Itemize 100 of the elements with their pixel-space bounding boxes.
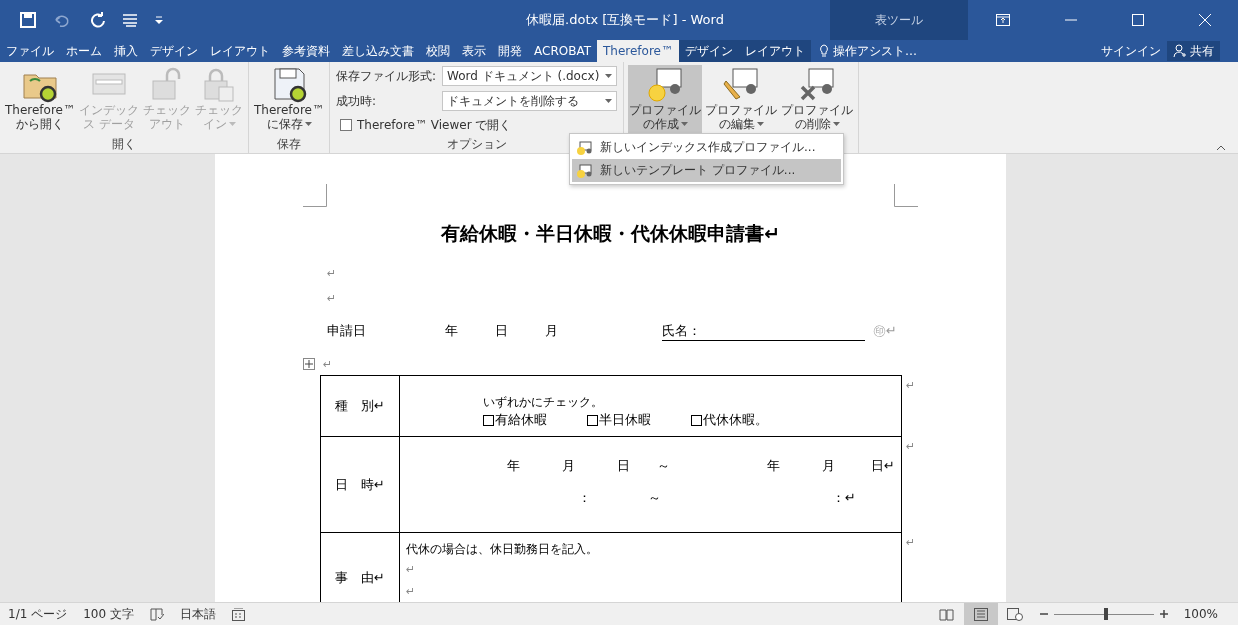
ribbon-tab[interactable]: 校閲	[420, 40, 456, 62]
caret-icon	[605, 73, 612, 79]
print-layout-icon[interactable]	[973, 607, 988, 621]
move-handle-icon[interactable]	[303, 358, 315, 370]
caret-icon	[228, 121, 236, 127]
tell-me-field[interactable]: 操作アシスト…	[811, 40, 923, 62]
table-header-cell: 種 別↵	[321, 376, 400, 436]
lock-icon	[201, 67, 237, 103]
close-icon[interactable]	[1198, 14, 1211, 26]
text: 申請日	[327, 322, 367, 340]
proofing-icon[interactable]	[149, 607, 164, 621]
context-tab-label: 表ツール	[830, 0, 968, 40]
note-text: いずれかにチェック。	[483, 394, 603, 411]
group-label: オプション	[446, 135, 507, 153]
maximize-icon[interactable]	[1131, 14, 1144, 26]
paragraph-mark: ↵	[406, 584, 416, 598]
list-icon[interactable]	[122, 13, 138, 27]
paragraph-mark: ↵	[406, 562, 416, 576]
name-field: 氏名：	[662, 321, 865, 341]
zoom-in-icon[interactable]	[1159, 610, 1168, 618]
field-label: 成功時:	[336, 93, 378, 110]
date-text: 日	[616, 457, 630, 475]
date-text: 月	[821, 457, 835, 475]
ribbon-tab[interactable]: デザイン	[679, 40, 739, 62]
time-text: ：↵	[831, 489, 856, 507]
row-end-mark: ↵	[906, 440, 916, 453]
caret-icon	[605, 99, 612, 104]
ribbon-button[interactable]: プロファイル の削除	[780, 65, 854, 135]
ribbon-tab[interactable]: デザイン	[144, 40, 204, 62]
caret-icon	[756, 121, 764, 127]
option-label: 代休休暇。	[703, 411, 768, 429]
macro-icon[interactable]	[231, 607, 245, 621]
group-label: 開く	[112, 135, 136, 153]
row-end-mark: ↵	[906, 379, 916, 392]
zoom-thumb[interactable]	[1103, 608, 1108, 620]
option-label: 有給休暇	[495, 411, 547, 429]
ribbon-button[interactable]: プロファイル の作成	[628, 65, 702, 135]
zoom-level[interactable]: 100%	[1175, 607, 1238, 621]
paragraph-mark: ↵	[327, 292, 337, 305]
time-text: ：	[577, 489, 591, 507]
share-button[interactable]: 共有	[1167, 41, 1220, 61]
ribbon-tab[interactable]: レイアウト	[739, 40, 811, 62]
paragraph-mark: ↵	[327, 267, 337, 280]
lightbulb-icon	[819, 44, 829, 58]
person-add-icon	[1173, 44, 1187, 58]
collapse-icon[interactable]	[1216, 145, 1226, 151]
redo-icon[interactable]	[90, 12, 106, 28]
date-text: 日↵	[870, 457, 895, 475]
zoom-out-icon[interactable]	[1039, 610, 1048, 618]
document-title: 有給休暇・半日休暇・代休休暇申請書↵	[440, 221, 781, 246]
date-text: 月	[561, 457, 575, 475]
ribbon-tab[interactable]: 差し込み文書	[336, 40, 420, 62]
ribbon-display-icon[interactable]	[995, 14, 1010, 26]
ribbon-tab[interactable]: ファイル	[0, 40, 60, 62]
ribbon-tab[interactable]: 挿入	[108, 40, 144, 62]
note-text: 代休の場合は、休日勤務日を記入。	[406, 541, 598, 558]
option-label: 半日休暇	[599, 411, 651, 429]
floppy-icon	[271, 67, 307, 103]
language-indicator[interactable]: 日本語	[171, 605, 224, 623]
ribbon-tab[interactable]: ACROBAT	[528, 40, 597, 62]
ribbon-button[interactable]: Therefore™ に保存	[253, 65, 325, 135]
group-label: 保存	[277, 135, 301, 153]
date-text: 年	[506, 457, 520, 475]
text: 月	[545, 322, 559, 340]
menu-item[interactable]: 新しいテンプレート プロファイル...	[572, 159, 841, 182]
paragraph-mark: ↵	[323, 357, 333, 371]
checkbox[interactable]	[340, 119, 352, 132]
on-success-dropdown[interactable]: ドキュメントを削除する	[442, 91, 617, 112]
checkbox-label: Therefore™ Viewer で開く	[357, 116, 512, 134]
margin-corner-icon	[894, 184, 918, 207]
word-count[interactable]: 100 文字	[75, 605, 142, 623]
format-dropdown[interactable]: Word ドキュメント (.docx)	[442, 66, 617, 87]
ribbon-button[interactable]: プロファイル の編集	[704, 65, 778, 135]
profile-cross-icon	[799, 67, 835, 103]
text: 年	[445, 322, 459, 340]
time-text: ～	[647, 489, 661, 507]
caret-icon	[304, 121, 312, 127]
field-label: 保存ファイル形式:	[336, 67, 438, 85]
sign-in-link[interactable]: サインイン	[1095, 40, 1167, 62]
web-layout-icon[interactable]	[1006, 607, 1023, 621]
ribbon-button[interactable]: Therefore™ から開く	[4, 65, 76, 135]
ribbon-tab[interactable]: 表示	[456, 40, 492, 62]
page-count[interactable]: 1/1 ページ	[0, 605, 76, 623]
window-title: 休暇届.dotx [互換モード] - Word	[525, 11, 725, 29]
date-text: 年	[766, 457, 780, 475]
menu-item[interactable]: 新しいインデックス作成プロファイル...	[572, 136, 841, 159]
save-icon[interactable]	[20, 12, 36, 28]
caret-icon	[832, 121, 840, 127]
ribbon-tab[interactable]: Therefore™	[597, 40, 679, 62]
ribbon-tab[interactable]: レイアウト	[204, 40, 276, 62]
customize-icon[interactable]	[154, 15, 164, 25]
text: 日	[495, 322, 509, 340]
row-end-mark: ↵	[906, 536, 916, 549]
date-text: ～	[656, 457, 670, 475]
ribbon-tab[interactable]: ホーム	[60, 40, 108, 62]
ribbon-tab[interactable]: 開発	[492, 40, 528, 62]
seal-text: ㊞↵	[873, 322, 897, 340]
ribbon-tab[interactable]: 参考資料	[276, 40, 336, 62]
read-mode-icon[interactable]	[938, 607, 955, 621]
margin-corner-icon	[303, 184, 327, 207]
